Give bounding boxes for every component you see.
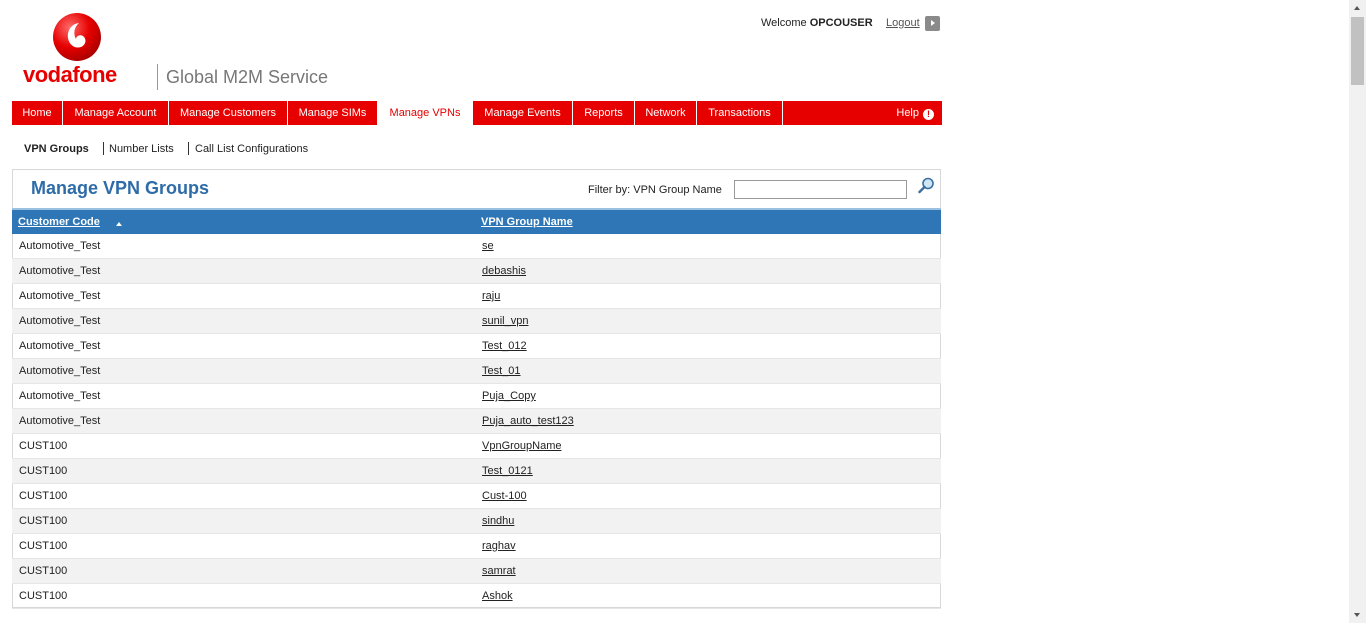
- nav-manage-sims[interactable]: Manage SIMs: [288, 101, 378, 125]
- filter-label: Filter by: VPN Group Name: [588, 184, 722, 196]
- filter-input[interactable]: [734, 180, 907, 199]
- table-body: Automotive_Test se Automotive_Test debashis…: [12, 234, 941, 609]
- welcome-prefix: Welcome: [761, 17, 807, 29]
- scroll-up-arrow-icon[interactable]: [1349, 0, 1366, 17]
- scrollbar[interactable]: [1349, 0, 1366, 623]
- subnav-vpn-groups[interactable]: VPN Groups: [24, 143, 89, 155]
- sort-ascending-icon: [116, 222, 122, 226]
- brand-name: vodafone: [23, 62, 117, 87]
- table-row: CUST100 VpnGroupName: [12, 434, 941, 459]
- main-nav: Home Manage Account Manage Customers Man…: [12, 101, 942, 125]
- customer-code-cell: CUST100: [19, 440, 68, 452]
- subnav-divider: [103, 142, 104, 155]
- customer-code-cell: Automotive_Test: [19, 415, 101, 427]
- table-row: Automotive_Test se: [12, 234, 941, 259]
- subnav-number-lists[interactable]: Number Lists: [109, 143, 174, 155]
- vodafone-speechmark-icon: [53, 13, 101, 61]
- table-row: Automotive_Test Puja_Copy: [12, 384, 941, 409]
- help-label: Help: [896, 107, 919, 119]
- table-row: CUST100 Test_0121: [12, 459, 941, 484]
- brand-divider: [157, 64, 158, 90]
- nav-manage-account[interactable]: Manage Account: [63, 101, 169, 125]
- vpn-group-name-link[interactable]: sunil_vpn: [482, 315, 528, 327]
- nav-transactions[interactable]: Transactions: [697, 101, 783, 125]
- customer-code-cell: Automotive_Test: [19, 265, 101, 277]
- customer-code-cell: Automotive_Test: [19, 315, 101, 327]
- table-row: CUST100 raghav: [12, 534, 941, 559]
- table-row: Automotive_Test Test_01: [12, 359, 941, 384]
- table-row: Automotive_Test Test_012: [12, 334, 941, 359]
- scroll-thumb[interactable]: [1351, 17, 1364, 85]
- vpn-group-name-link[interactable]: Ashok: [482, 590, 513, 602]
- table-row: CUST100 Cust-100: [12, 484, 941, 509]
- table-header: Customer Code VPN Group Name: [12, 208, 941, 234]
- customer-code-cell: CUST100: [19, 465, 68, 477]
- vpn-group-name-link[interactable]: Puja_auto_test123: [482, 415, 574, 427]
- username: OPCOUSER: [809, 17, 873, 29]
- customer-code-cell: Automotive_Test: [19, 390, 101, 402]
- vpn-group-name-link[interactable]: Puja_Copy: [482, 390, 536, 402]
- service-name: Global M2M Service: [166, 67, 329, 87]
- customer-code-cell: Automotive_Test: [19, 290, 101, 302]
- logout-link[interactable]: Logout: [886, 17, 920, 29]
- table-row: CUST100 samrat: [12, 559, 941, 584]
- vpn-group-name-link[interactable]: Test_01: [482, 365, 521, 377]
- table-row: Automotive_Test debashis: [12, 259, 941, 284]
- nav-network[interactable]: Network: [635, 101, 697, 125]
- nav-reports[interactable]: Reports: [573, 101, 635, 125]
- logout-arrow-icon[interactable]: [925, 16, 940, 31]
- table-row: Automotive_Test sunil_vpn: [12, 309, 941, 334]
- customer-code-cell: CUST100: [19, 540, 68, 552]
- vpn-group-name-link[interactable]: Cust-100: [482, 490, 527, 502]
- help-icon: !: [923, 109, 934, 120]
- table-row: Automotive_Test Puja_auto_test123: [12, 409, 941, 434]
- customer-code-cell: CUST100: [19, 515, 68, 527]
- customer-code-cell: CUST100: [19, 490, 68, 502]
- vpn-group-name-link[interactable]: Test_012: [482, 340, 527, 352]
- vpn-group-name-link[interactable]: se: [482, 240, 494, 252]
- customer-code-cell: Automotive_Test: [19, 340, 101, 352]
- table-row: Automotive_Test raju: [12, 284, 941, 309]
- search-icon[interactable]: [918, 177, 935, 194]
- nav-home[interactable]: Home: [12, 101, 63, 125]
- customer-code-cell: CUST100: [19, 565, 68, 577]
- customer-code-cell: Automotive_Test: [19, 240, 101, 252]
- vpn-group-name-link[interactable]: samrat: [482, 565, 516, 577]
- vpn-group-name-link[interactable]: Test_0121: [482, 465, 533, 477]
- table-row: CUST100 Ashok: [12, 584, 941, 609]
- help-button[interactable]: Help!: [896, 101, 934, 125]
- column-vpn-group-name[interactable]: VPN Group Name: [481, 216, 573, 228]
- subnav-call-list-configurations[interactable]: Call List Configurations: [195, 143, 308, 155]
- welcome-text: Welcome OPCOUSER: [761, 17, 873, 29]
- vpn-group-name-link[interactable]: debashis: [482, 265, 526, 277]
- nav-manage-vpns[interactable]: Manage VPNs: [378, 101, 473, 125]
- nav-manage-events[interactable]: Manage Events: [473, 101, 573, 125]
- vpn-group-name-link[interactable]: raghav: [482, 540, 516, 552]
- nav-manage-customers[interactable]: Manage Customers: [169, 101, 288, 125]
- scroll-down-arrow-icon[interactable]: [1349, 606, 1366, 623]
- customer-code-cell: CUST100: [19, 590, 68, 602]
- table-row: CUST100 sindhu: [12, 509, 941, 534]
- vpn-group-name-link[interactable]: sindhu: [482, 515, 514, 527]
- page-title: Manage VPN Groups: [31, 178, 210, 198]
- vpn-group-name-link[interactable]: raju: [482, 290, 500, 302]
- column-customer-code[interactable]: Customer Code: [18, 216, 100, 228]
- customer-code-cell: Automotive_Test: [19, 365, 101, 377]
- vpn-group-name-link[interactable]: VpnGroupName: [482, 440, 562, 452]
- subnav-divider: [188, 142, 189, 155]
